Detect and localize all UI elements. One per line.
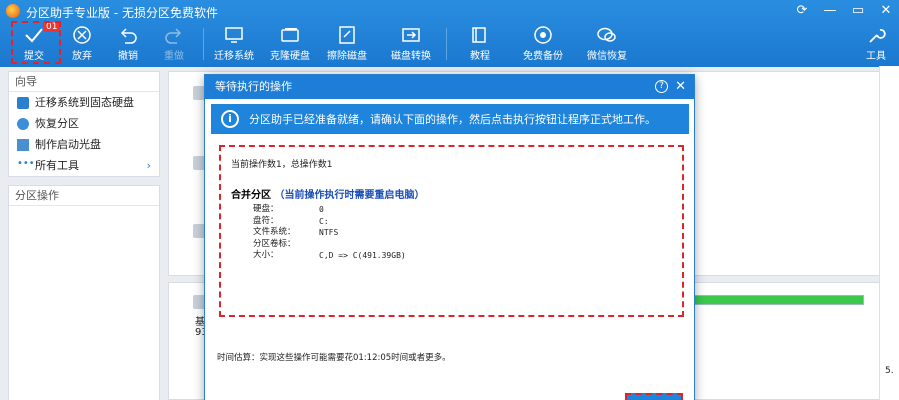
redo-label: 重做 [164,51,184,62]
info-banner: i 分区助手已经准备就绪，请确认下面的操作，然后点击执行按钮让程序正式地工作。 [211,104,689,134]
toolbar: 提交 01 放弃 撤销 重做 迁移系统 克隆硬盘 擦除磁盘 磁盘转换 教程 免费… [0,22,899,67]
field-key: 分区卷标： [253,238,296,249]
operation-field-row: 盘符： C: [231,216,672,228]
wechat-recovery-button[interactable]: 微信恢复 [583,22,631,67]
clone-label: 克隆硬盘 [270,51,310,62]
wizard-item-bootdisc[interactable]: 制作启动光盘 [9,134,159,155]
submit-highlight-box [11,21,61,64]
operation-field-row: 分区卷标： [231,239,672,251]
undo-button[interactable]: 撤销 [108,22,148,67]
field-value: NTFS [319,228,339,237]
tutorial-label: 教程 [470,51,490,62]
clone-disk-button[interactable]: 克隆硬盘 [268,22,312,67]
info-text: 分区助手已经准备就绪，请确认下面的操作，然后点击执行按钮让程序正式地工作。 [249,113,656,126]
operation-count: 当前操作数1，总操作数1 [231,160,333,170]
convert-disk-icon [402,28,420,42]
undo-icon [120,28,137,44]
wechat-label: 微信恢复 [587,51,627,62]
recover-icon [17,117,29,130]
operation-field-row: 硬盘： 0 [231,204,672,216]
migrate-system-button[interactable]: 迁移系统 [212,22,256,67]
title-bar: 分区助手专业版 - 无损分区免费软件 ⟳ — ▭ ✕ [0,0,899,22]
partition-usage-bar[interactable] [692,295,864,305]
tools-button[interactable]: 工具 [862,22,890,67]
wipe-disk-icon [339,26,355,44]
operation-name: 合并分区 [231,190,271,201]
discard-icon [73,26,91,44]
wizard-item-label: 制作启动光盘 [35,138,101,151]
backup-icon [534,26,552,44]
execute-button[interactable] [625,393,683,400]
migrate-label: 迁移系统 [214,51,254,62]
migrate-icon [225,27,243,43]
field-value: C,D => C(491.39GB) [319,251,406,260]
partition-ops-header: 分区操作 [9,186,159,206]
wipe-disk-button[interactable]: 擦除磁盘 [325,22,369,67]
app-header: 分区助手专业版 - 无损分区免费软件 ⟳ — ▭ ✕ 提交 01 放弃 撤销 重… [0,0,899,67]
refresh-icon[interactable]: ⟳ [795,3,809,18]
toolbar-divider [203,28,204,60]
convert-label: 磁盘转换 [391,51,431,62]
dots-icon: ••• [17,157,35,169]
field-key: 大小： [253,250,279,260]
field-value: 0 [319,205,324,214]
dialog-title-bar: 等待执行的操作 ? ✕ [205,75,694,99]
info-icon: i [221,110,239,128]
pending-operations-dialog: 等待执行的操作 ? ✕ i 分区助手已经准备就绪，请确认下面的操作，然后点击执行… [204,74,695,400]
close-icon[interactable]: ✕ [675,75,686,99]
wizard-item-recover[interactable]: 恢复分区 [9,113,159,134]
window-controls: ⟳ — ▭ ✕ [795,3,893,18]
convert-disk-button[interactable]: 磁盘转换 [389,22,433,67]
wizard-section: 向导 迁移系统到固态硬盘 恢复分区 制作启动光盘 ••• 所有工具 › [8,71,160,177]
minimize-icon[interactable]: — [823,3,837,18]
wipe-label: 擦除磁盘 [327,51,367,62]
right-scroll-column[interactable]: 5. [879,66,899,400]
time-estimate: 时间估算：实现这些操作可能需要花01:12:05时间或者更多。 [217,353,451,363]
right-size-partial: 5. [885,366,894,376]
chevron-right-icon: › [146,159,151,172]
field-value: C: [319,216,329,226]
discard-button[interactable]: 放弃 [62,22,102,67]
wrench-icon [869,29,886,43]
help-icon[interactable]: ? [655,80,668,93]
book-icon [472,27,486,43]
close-icon[interactable]: ✕ [879,3,893,18]
operation-field-row: 大小： C,D => C(491.39GB) [231,250,672,262]
tools-label: 工具 [866,51,886,62]
tutorial-button[interactable]: 教程 [462,22,498,67]
redo-icon [165,28,182,44]
wizard-item-label: 迁移系统到固态硬盘 [35,96,134,109]
field-key: 硬盘： [253,204,279,214]
discard-label: 放弃 [72,51,92,62]
toolbar-divider [446,28,447,60]
free-backup-button[interactable]: 免费备份 [519,22,567,67]
disc-icon [17,138,29,151]
clone-disk-icon [281,28,299,42]
operation-title: 合并分区 （当前操作执行时需要重启电脑） [231,186,672,201]
undo-label: 撤销 [118,51,138,62]
field-key: 文件系统： [253,227,296,237]
left-panel: 向导 迁移系统到固态硬盘 恢复分区 制作启动光盘 ••• 所有工具 › 分区操作 [8,71,160,400]
migrate-icon [17,96,29,109]
reboot-note: （当前操作执行时需要重启电脑） [274,190,425,201]
wizard-item-all-tools[interactable]: ••• 所有工具 › [9,155,159,176]
operation-field-row: 文件系统： NTFS [231,227,672,239]
app-logo-icon [6,4,20,18]
field-key: 盘符： [253,215,279,226]
maximize-icon[interactable]: ▭ [851,3,865,18]
wizard-item-label: 恢复分区 [35,117,79,130]
operations-list: 当前操作数1，总操作数1 合并分区 （当前操作执行时需要重启电脑） 硬盘： 0 … [219,145,684,317]
wechat-icon [597,27,616,42]
dialog-title: 等待执行的操作 [215,80,292,93]
wizard-item-label: 所有工具 [35,159,79,172]
wizard-item-migrate[interactable]: 迁移系统到固态硬盘 [9,92,159,113]
window-title: 分区助手专业版 - 无损分区免费软件 [26,6,218,20]
wizard-header: 向导 [9,72,159,92]
redo-button[interactable]: 重做 [154,22,194,67]
partition-ops-section: 分区操作 [8,185,160,400]
backup-label: 免费备份 [523,51,563,62]
